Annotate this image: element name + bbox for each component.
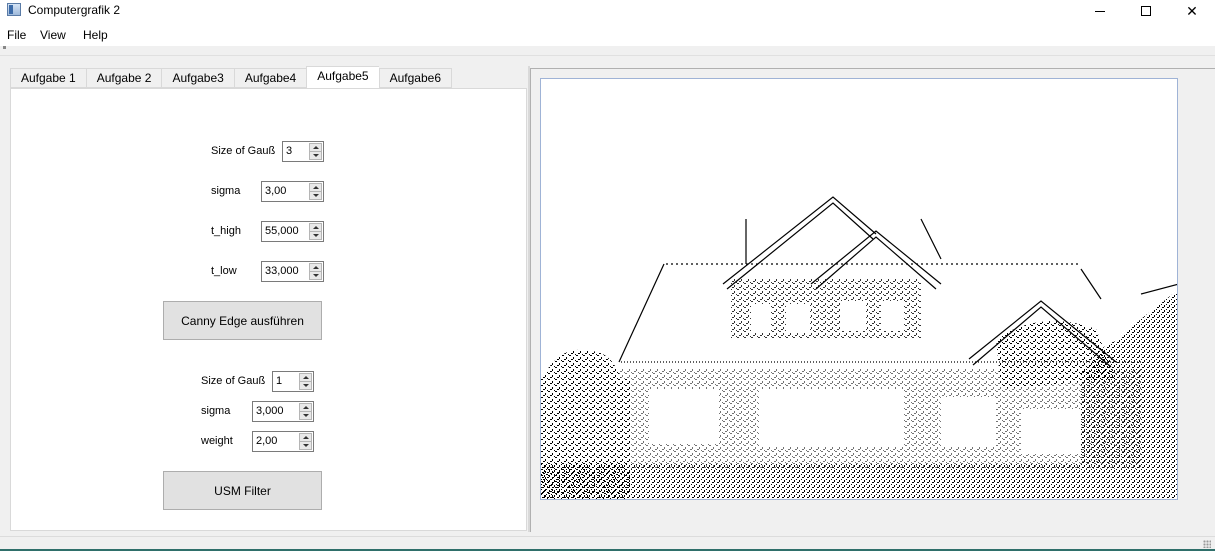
canny-thigh-value: 55,000 — [265, 225, 299, 237]
tab-aufgabe5[interactable]: Aufgabe5 — [306, 66, 379, 88]
tab-aufgabe3[interactable]: Aufgabe3 — [161, 68, 234, 88]
canny-sigma-label: sigma — [211, 185, 241, 197]
close-icon: ✕ — [1186, 2, 1198, 19]
spin-down-icon[interactable] — [299, 411, 312, 420]
spin-up-icon[interactable] — [309, 183, 322, 191]
minimize-button[interactable] — [1077, 0, 1123, 22]
edge-detected-house-image — [541, 196, 1177, 499]
usm-weight-value: 2,00 — [256, 435, 278, 447]
menu-help[interactable]: Help — [83, 28, 108, 42]
canny-tlow-spinbox[interactable]: 33,000 — [261, 261, 324, 282]
usm-gauss-spinbox[interactable]: 1 — [272, 371, 314, 392]
size-grip-icon[interactable] — [1203, 540, 1211, 548]
maximize-icon — [1141, 6, 1151, 16]
canny-tlow-value: 33,000 — [265, 265, 299, 277]
spin-up-icon[interactable] — [309, 143, 322, 151]
usm-sigma-spinbox[interactable]: 3,000 — [252, 401, 314, 422]
tab-aufgabe4[interactable]: Aufgabe4 — [233, 68, 307, 88]
menu-file[interactable]: File — [7, 28, 26, 42]
usm-gauss-label: Size of Gauß — [201, 375, 266, 387]
usm-sigma-value: 3,000 — [256, 405, 284, 417]
usm-filter-button[interactable]: USM Filter — [163, 471, 322, 510]
canny-edge-button[interactable]: Canny Edge ausführen — [163, 301, 322, 340]
usm-weight-spinbox[interactable]: 2,00 — [252, 431, 314, 452]
canny-gauss-label: Size of Gauß — [211, 145, 276, 157]
spin-down-icon[interactable] — [299, 381, 312, 390]
spin-up-icon[interactable] — [299, 373, 312, 381]
spin-down-icon[interactable] — [299, 441, 312, 450]
close-button[interactable]: ✕ — [1169, 0, 1215, 22]
menu-view[interactable]: View — [40, 28, 66, 42]
spin-up-icon[interactable] — [299, 403, 312, 411]
canny-sigma-value: 3,00 — [265, 185, 287, 197]
toolbar-grip[interactable] — [3, 46, 6, 49]
tab-aufgabe6[interactable]: Aufgabe6 — [378, 68, 452, 88]
usm-sigma-label: sigma — [201, 405, 231, 417]
tab-widget: Aufgabe 1 Aufgabe 2 Aufgabe3 Aufgabe4 Au… — [0, 56, 528, 536]
spin-down-icon[interactable] — [309, 191, 322, 200]
tab-panel-aufgabe5: Size of Gauß 3 sigma 3,00 t_high 55,000 … — [10, 88, 527, 531]
window-title: Computergrafik 2 — [28, 3, 121, 17]
spin-up-icon[interactable] — [309, 263, 322, 271]
spin-up-icon[interactable] — [299, 433, 312, 441]
status-bar — [0, 536, 1215, 551]
usm-weight-label: weight — [201, 435, 233, 447]
title-bar: Computergrafik 2 ✕ — [0, 0, 1215, 22]
spin-down-icon[interactable] — [309, 271, 322, 280]
canny-gauss-value: 3 — [286, 145, 293, 157]
result-image — [540, 78, 1178, 500]
tab-bar: Aufgabe 1 Aufgabe 2 Aufgabe3 Aufgabe4 Au… — [10, 66, 452, 88]
spin-down-icon[interactable] — [309, 231, 322, 240]
canny-gauss-spinbox[interactable]: 3 — [282, 141, 324, 162]
menu-bar: File View Help — [0, 22, 1215, 46]
canny-thigh-label: t_high — [211, 225, 241, 237]
canny-tlow-label: t_low — [211, 265, 237, 277]
canny-sigma-spinbox[interactable]: 3,00 — [261, 181, 324, 202]
tab-aufgabe1[interactable]: Aufgabe 1 — [10, 68, 86, 88]
minimize-icon — [1095, 10, 1105, 12]
tab-aufgabe2[interactable]: Aufgabe 2 — [85, 68, 162, 88]
app-icon — [7, 3, 21, 16]
maximize-button[interactable] — [1123, 0, 1169, 22]
spin-up-icon[interactable] — [309, 223, 322, 231]
toolbar-area — [0, 46, 1215, 56]
canny-thigh-spinbox[interactable]: 55,000 — [261, 221, 324, 242]
spin-down-icon[interactable] — [309, 151, 322, 160]
usm-gauss-value: 1 — [276, 375, 283, 387]
